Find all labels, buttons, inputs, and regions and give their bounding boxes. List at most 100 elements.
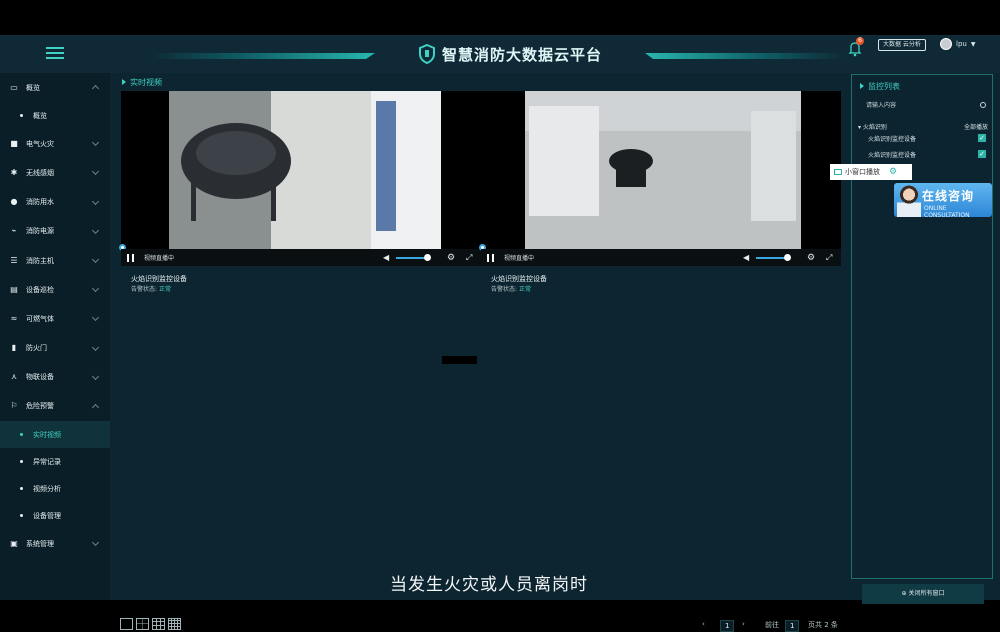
sidebar-item-electrical-fire[interactable]: ■ 电气火灾 [0, 129, 110, 158]
layout-1x1-icon[interactable] [120, 618, 133, 630]
sidebar-item-label: 可燃气体 [26, 314, 54, 323]
chevron-up-icon [91, 84, 100, 93]
chevron-down-icon [91, 285, 100, 293]
tree-device-item[interactable]: 火焰识别监控设备 [868, 134, 916, 143]
sidebar-item-label: 消防主机 [26, 256, 54, 265]
tree-group-fire-recognition[interactable]: ▾ 火焰识别 [858, 122, 887, 131]
layout-3x3-icon[interactable] [152, 618, 165, 630]
alarm-status-value: 正常 [158, 286, 171, 293]
search-input[interactable]: 请输入内容 [860, 99, 988, 113]
sidebar-subitem-anomaly-records[interactable]: 异常记录 [0, 448, 110, 475]
pager-next-button[interactable]: › [742, 620, 745, 628]
power-icon: ⌁ [11, 226, 17, 236]
sidebar-item-gas[interactable]: ≈ 可燃气体 [0, 304, 110, 333]
device-checkbox[interactable]: ✓ [978, 134, 986, 142]
sidebar-item-label: 物联设备 [26, 373, 54, 382]
device-checkbox[interactable]: ✓ [978, 150, 986, 158]
alarm-status: 告警状态: 正常 [131, 284, 171, 293]
chevron-up-icon [91, 403, 100, 411]
app-window: 智慧消防大数据云平台 6 大数据 云分析 lpu ▼ ▭ 概览 概览 ■ 电气火… [0, 35, 1000, 632]
sidebar-item-label: 概览 [26, 83, 40, 92]
app-title: 智慧消防大数据云平台 [380, 39, 640, 69]
chevron-down-icon [91, 197, 100, 205]
gear-icon[interactable]: ⚙ [889, 167, 897, 177]
user-menu[interactable]: lpu ▼ [940, 38, 975, 50]
sidebar-item-fire-water[interactable]: ● 消防用水 [0, 188, 110, 217]
sidebar-item-inspection[interactable]: ▤ 设备巡检 [0, 275, 110, 304]
sidebar-item-label: 消防电源 [26, 227, 54, 236]
sidebar-item-wireless-smoke[interactable]: ✱ 无线感烟 [0, 158, 110, 187]
sidebar-item-label: 防火门 [26, 344, 47, 353]
video-player-2[interactable] [481, 91, 841, 249]
video-player-1[interactable] [121, 91, 481, 249]
volume-knob[interactable] [424, 254, 431, 261]
plug-icon: ■ [10, 138, 18, 148]
sidebar-item-iot[interactable]: ⋏ 物联设备 [0, 363, 110, 392]
layout-4x4-icon[interactable] [168, 618, 181, 630]
volume-knob[interactable] [784, 254, 791, 261]
top-header: 智慧消防大数据云平台 6 大数据 云分析 lpu ▼ [0, 35, 1000, 73]
sidebar-item-fire-door[interactable]: ▮ 防火门 [0, 334, 110, 363]
bullet-icon [20, 114, 23, 118]
notification-badge: 6 [856, 37, 864, 45]
sidebar-subitem-device-management[interactable]: 设备管理 [0, 502, 110, 529]
sidebar-subitem-overview[interactable]: 概览 [0, 102, 110, 129]
chevron-down-icon [91, 539, 100, 547]
close-all-windows-button[interactable]: ⊕ 关闭所有窗口 [862, 584, 984, 604]
sidebar-item-overview[interactable]: ▭ 概览 [0, 73, 110, 102]
online-consultation-widget[interactable]: 在线咨询 ONLINE CONSULTATION [894, 183, 992, 217]
play-all-button[interactable]: 全部播放 [964, 122, 988, 131]
pager: 1 [720, 620, 735, 632]
alarm-status-label: 告警状态: [131, 286, 158, 293]
pager-goto-label: 前往 [765, 621, 779, 629]
layout-2x2-icon[interactable] [136, 618, 149, 630]
mini-window-icon [834, 169, 842, 175]
sidebar-item-fire-power[interactable]: ⌁ 消防电源 [0, 217, 110, 246]
sidebar-subitem-live-video[interactable]: 实时视频 [0, 421, 110, 449]
device-name: 火焰识别监控设备 [491, 275, 547, 283]
sidebar-subitem-label: 设备管理 [33, 511, 61, 520]
volume-icon[interactable]: ◀ [743, 253, 749, 262]
main-content: 实时视频 视频直播中 ◀ ⚙ ⤢ 火焰识别监控设备 告警状态: 正常 视频直播中… [110, 73, 847, 632]
app-title-text: 智慧消防大数据云平台 [441, 45, 602, 64]
pause-icon[interactable] [127, 253, 134, 262]
big-data-button[interactable]: 大数据 云分析 [878, 39, 926, 51]
warning-icon: ⚐ [10, 401, 18, 411]
fullscreen-icon[interactable]: ⤢ [466, 253, 472, 263]
agent-avatar [897, 185, 921, 217]
gear-icon[interactable]: ⚙ [447, 253, 455, 263]
video-panel-1: 视频直播中 ◀ ⚙ ⤢ 火焰识别监控设备 告警状态: 正常 [119, 91, 481, 293]
sidebar-item-label: 无线感烟 [26, 168, 54, 177]
fullscreen-icon[interactable]: ⤢ [826, 253, 832, 263]
tree-group-label: 火焰识别 [862, 124, 887, 131]
settings-icon: ▣ [10, 538, 18, 548]
pager-current-page[interactable]: 1 [720, 620, 735, 632]
sidebar-subitem-video-analysis[interactable]: 视频分析 [0, 475, 110, 502]
pager-prev-button[interactable]: ‹ [702, 620, 705, 628]
shield-logo-icon [418, 44, 435, 64]
gear-icon[interactable]: ⚙ [807, 253, 815, 263]
small-window-label: 小窗口播放 [845, 168, 880, 176]
pause-icon[interactable] [487, 253, 494, 262]
pager-goto-input[interactable]: 1 [785, 620, 800, 632]
video-placeholder-slot [442, 356, 477, 364]
sidebar-item-fire-host[interactable]: ☰ 消防主机 [0, 246, 110, 275]
chevron-down-icon [91, 255, 100, 263]
sidebar-item-system-management[interactable]: ▣ 系统管理 [0, 529, 110, 558]
video-controls-2: 视频直播中 ◀ ⚙ ⤢ [481, 249, 841, 266]
small-window-play-tooltip[interactable]: 小窗口播放 ⚙ [830, 164, 912, 180]
device-name: 火焰识别监控设备 [131, 275, 187, 283]
sidebar-subitem-label: 实时视频 [33, 430, 61, 439]
tree-device-item[interactable]: 火焰识别监控设备 [868, 150, 916, 159]
chevron-down-icon [91, 226, 100, 234]
search-placeholder: 请输入内容 [866, 102, 897, 109]
sidebar-item-danger-warning[interactable]: ⚐ 危险预警 [0, 392, 110, 421]
chevron-down-icon: ▼ [970, 40, 976, 48]
sidebar: ▭ 概览 概览 ■ 电气火灾 ✱ 无线感烟 ● 消防用水 ⌁ 消防电源 ☰ 消防… [0, 73, 110, 600]
hamburger-menu-icon[interactable] [46, 44, 64, 60]
header-decoration-left [150, 53, 375, 59]
search-icon[interactable] [980, 102, 986, 108]
volume-icon[interactable]: ◀ [383, 253, 389, 262]
alarm-status-value: 正常 [518, 286, 531, 293]
bullet-icon [20, 514, 23, 518]
